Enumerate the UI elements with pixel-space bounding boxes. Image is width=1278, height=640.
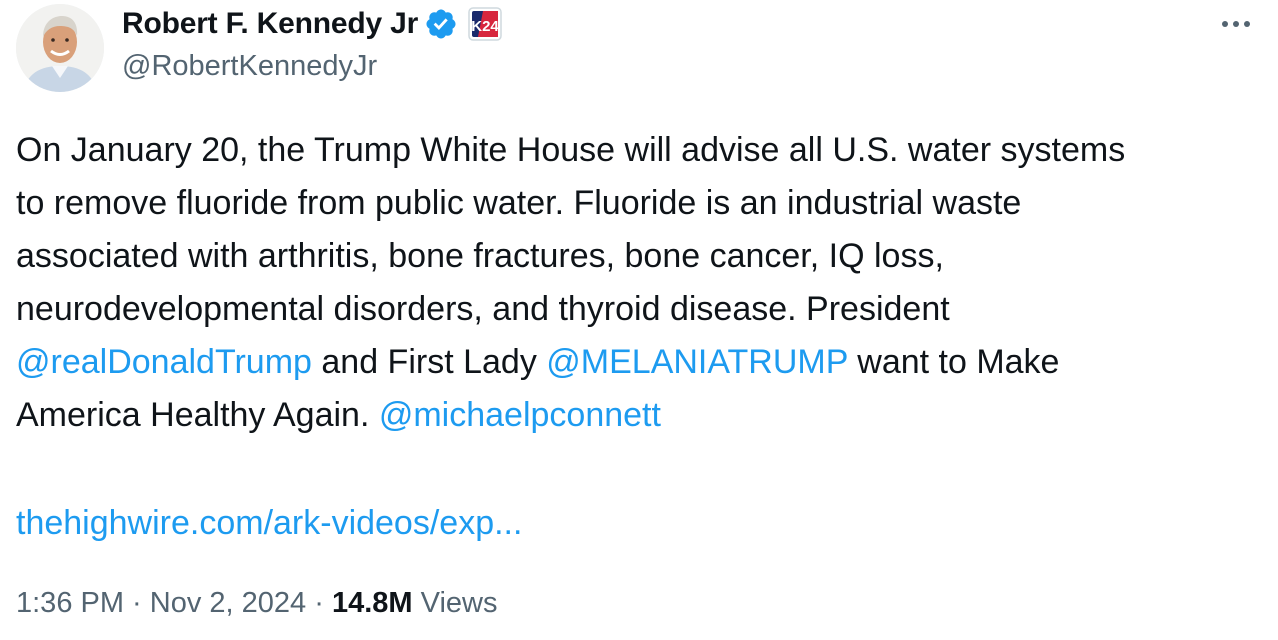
tweet-text-line: America Healthy Again. @michaelpconnett bbox=[16, 389, 1266, 442]
tweet-link[interactable]: thehighwire.com/ark-videos/exp... bbox=[16, 504, 522, 542]
mention-realdonaldtrump[interactable]: @realDonaldTrump bbox=[16, 343, 312, 381]
author-name-row: Robert F. Kennedy Jr K24 bbox=[122, 4, 502, 44]
views-label: Views bbox=[412, 587, 498, 619]
tweet-text-fragment: America Healthy Again. bbox=[16, 396, 379, 434]
tweet-text-line: to remove fluoride from public water. Fl… bbox=[16, 184, 1022, 222]
mention-melaniatrump[interactable]: @MELANIATRUMP bbox=[546, 343, 848, 381]
meta-separator: · bbox=[306, 587, 332, 619]
views-count[interactable]: 14.8M bbox=[332, 587, 413, 619]
author-handle[interactable]: @RobertKennedyJr bbox=[122, 50, 377, 83]
author-display-name[interactable]: Robert F. Kennedy Jr bbox=[122, 7, 418, 41]
tweet-meta: 1:36 PM · Nov 2, 2024 · 14.8M Views bbox=[16, 583, 497, 623]
tweet-url-container: thehighwire.com/ark-videos/exp... bbox=[16, 497, 522, 550]
avatar-photo-icon bbox=[16, 4, 104, 92]
tweet-date[interactable]: Nov 2, 2024 bbox=[150, 587, 306, 619]
tweet-time[interactable]: 1:36 PM bbox=[16, 587, 124, 619]
tweet-text-fragment: want to Make bbox=[847, 343, 1060, 381]
verified-badge-icon[interactable] bbox=[424, 7, 458, 41]
tweet-text: On January 20, the Trump White House wil… bbox=[16, 124, 1266, 442]
affiliate-badge-text: K24 bbox=[471, 18, 499, 35]
more-horizontal-icon bbox=[1222, 21, 1250, 27]
more-button[interactable] bbox=[1216, 6, 1256, 42]
avatar[interactable] bbox=[16, 4, 104, 92]
meta-separator: · bbox=[124, 587, 150, 619]
tweet-text-line: @realDonaldTrump and First Lady @MELANIA… bbox=[16, 336, 1266, 389]
affiliate-badge-icon[interactable]: K24 bbox=[468, 7, 502, 41]
tweet: Robert F. Kennedy Jr K24 @RobertKennedyJ… bbox=[0, 0, 1278, 640]
tweet-text-line: neurodevelopmental disorders, and thyroi… bbox=[16, 290, 950, 328]
tweet-text-line: On January 20, the Trump White House wil… bbox=[16, 131, 1126, 169]
tweet-text-fragment: and First Lady bbox=[311, 343, 547, 381]
mention-michaelpconnett[interactable]: @michaelpconnett bbox=[379, 396, 661, 434]
tweet-text-line: associated with arthritis, bone fracture… bbox=[16, 237, 944, 275]
